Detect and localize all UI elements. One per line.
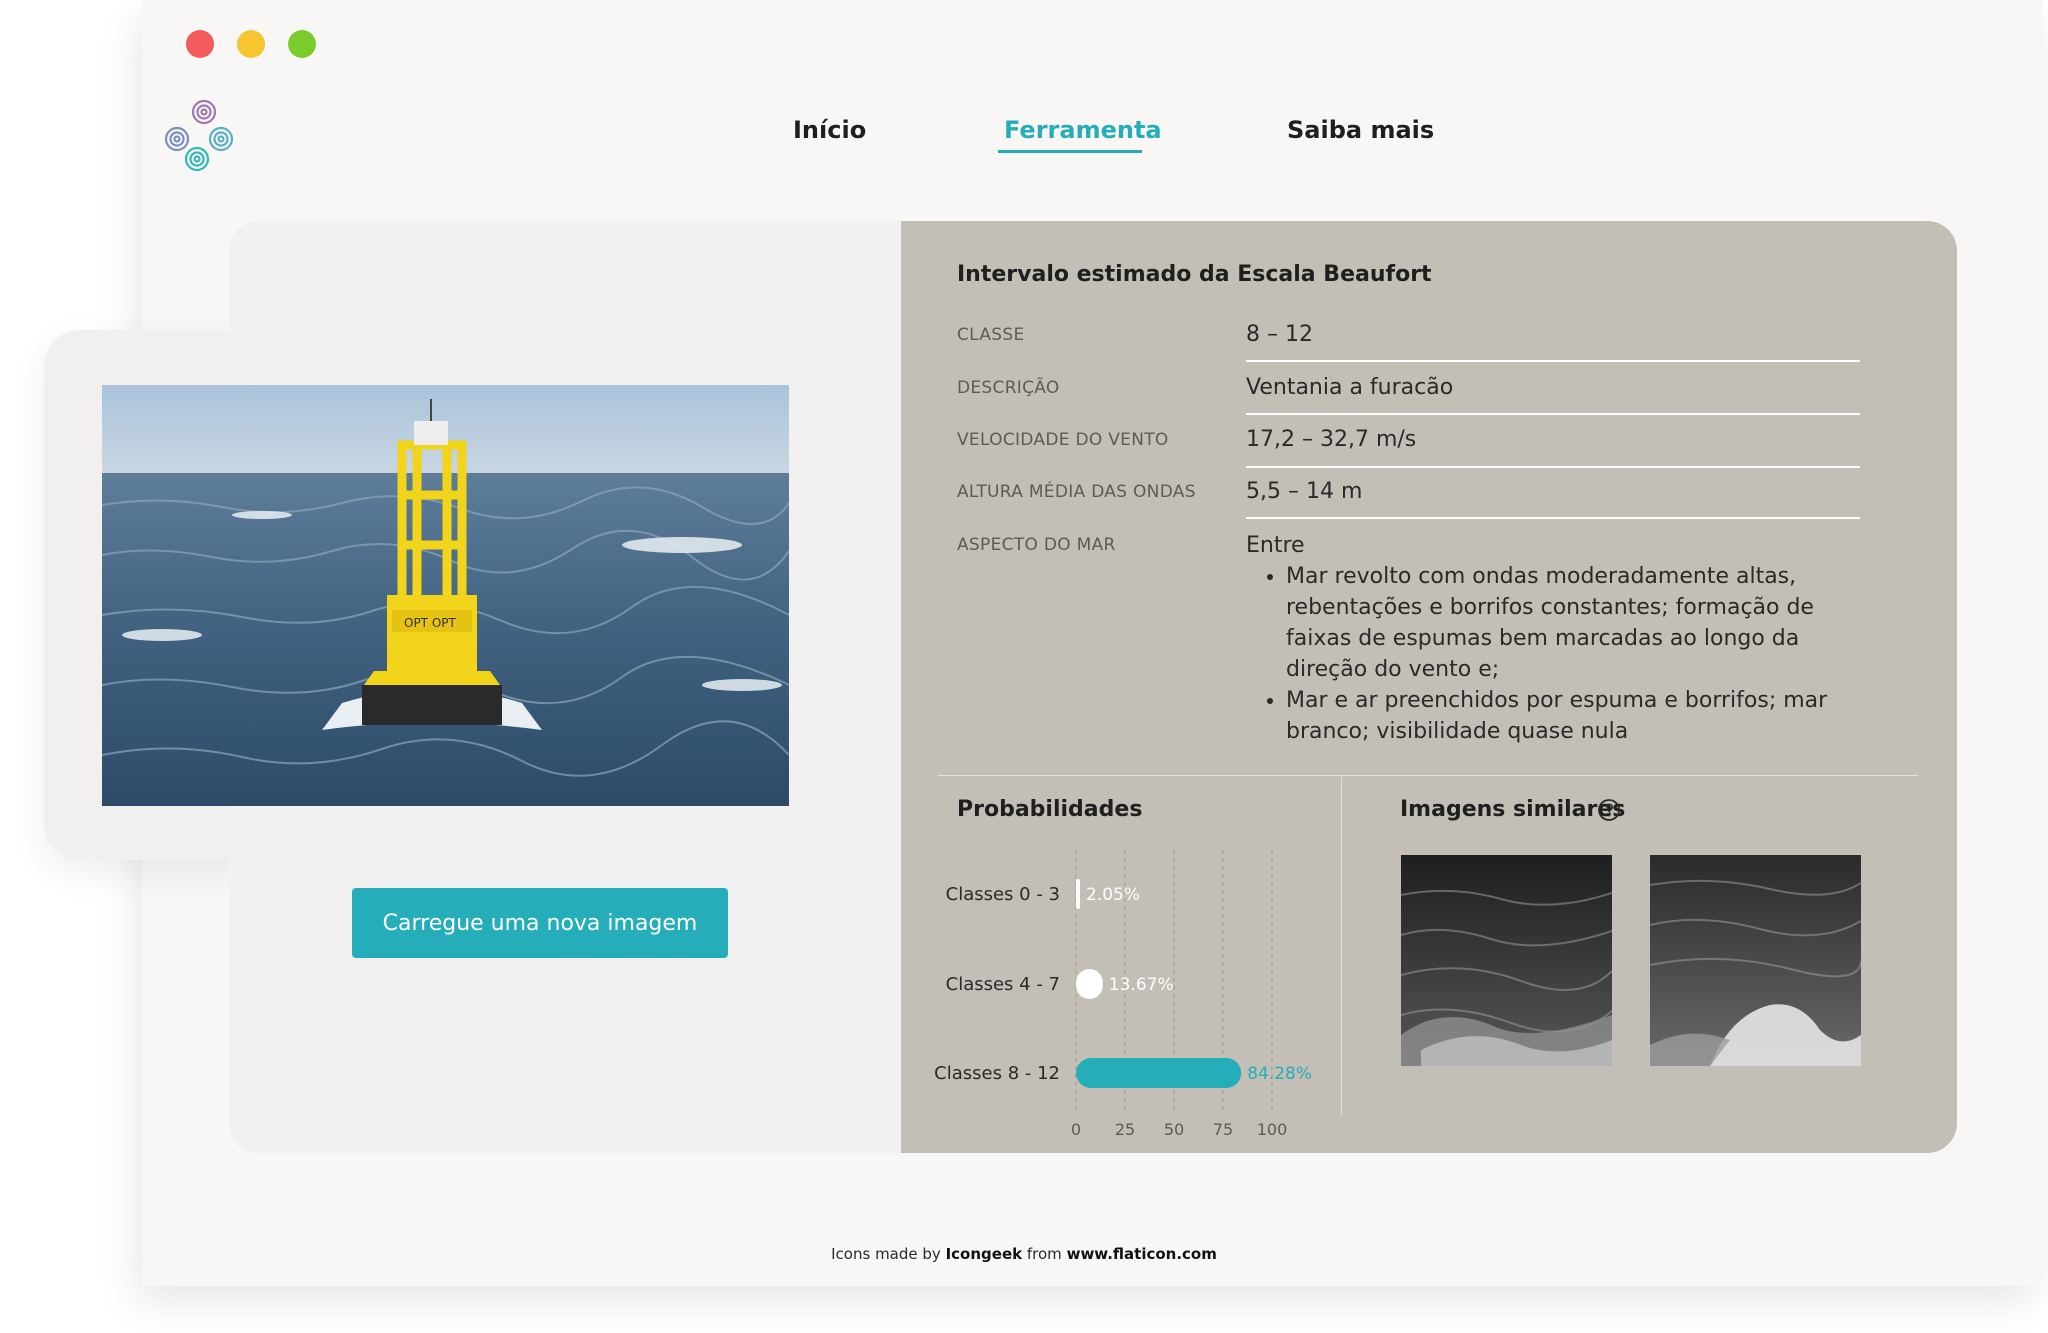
similar-image[interactable] xyxy=(1401,855,1612,1066)
probability-bar xyxy=(1076,1058,1242,1088)
sea-aspect-intro: Entre xyxy=(1246,533,1305,558)
probability-bar xyxy=(1076,969,1103,999)
x-tick-label: 0 xyxy=(1071,1120,1081,1139)
sea-aspect-list: Mar revolto com ondas moderadamente alta… xyxy=(1286,561,1846,747)
row-divider xyxy=(1246,360,1860,362)
similar-image[interactable] xyxy=(1650,855,1861,1066)
x-tick-label: 25 xyxy=(1115,1120,1135,1139)
info-value: Ventania a furacão xyxy=(1246,375,1454,400)
minimize-window-button[interactable] xyxy=(237,30,265,58)
icon-credit: Icons made by Icongeek from www.flaticon… xyxy=(0,1245,2048,1263)
x-tick-label: 75 xyxy=(1213,1120,1233,1139)
column-divider xyxy=(1341,777,1342,1115)
section-divider xyxy=(938,775,1918,776)
probabilities-title: Probabilidades xyxy=(957,797,1143,822)
x-tick-label: 100 xyxy=(1257,1120,1288,1139)
bar-value-label: 2.05% xyxy=(1086,885,1140,905)
bar-value-label: 84.28% xyxy=(1247,1064,1312,1084)
info-label: Velocidade do vento xyxy=(957,430,1169,450)
upload-new-image-button[interactable]: Carregue uma nova imagem xyxy=(352,888,728,958)
sea-aspect-item: Mar e ar preenchidos por espuma e borrif… xyxy=(1286,685,1846,747)
question-circle-icon[interactable] xyxy=(1597,798,1621,822)
info-value: 17,2 – 32,7 m/s xyxy=(1246,427,1417,452)
credit-site-link[interactable]: www.flaticon.com xyxy=(1067,1245,1217,1263)
nav-item-ferramenta[interactable]: Ferramenta xyxy=(1004,116,1162,144)
probability-bar xyxy=(1076,879,1081,909)
svg-text:OPT OPT: OPT OPT xyxy=(404,616,457,630)
sea-aspect-item: Mar revolto com ondas moderadamente alta… xyxy=(1286,561,1846,685)
active-tab-indicator xyxy=(998,150,1142,153)
row-divider xyxy=(1246,517,1860,519)
credit-prefix: Icons made by xyxy=(831,1245,941,1263)
row-divider xyxy=(1246,413,1860,415)
buoy-image: OPT OPT xyxy=(102,385,789,806)
similar-images-title: Imagens similares xyxy=(1400,797,1626,822)
probabilities-chart: 0 25 50 75 100 Classes 0 - 3 2.05% Classes 4 - … xyxy=(934,850,1312,1139)
info-label: Altura média das ondas xyxy=(957,482,1196,502)
category-label: Classes 4 - 7 xyxy=(946,974,1060,995)
bar-value-label: 13.67% xyxy=(1109,975,1174,995)
similar-image-graphic xyxy=(1650,855,1861,1066)
category-label: Classes 0 - 3 xyxy=(946,884,1060,905)
credit-middle: from xyxy=(1026,1245,1062,1263)
close-window-button[interactable] xyxy=(186,30,214,58)
maximize-window-button[interactable] xyxy=(288,30,316,58)
info-label: Descrição xyxy=(957,378,1060,398)
nav-item-inicio[interactable]: Início xyxy=(793,116,866,144)
info-label: Aspecto do mar xyxy=(957,535,1116,555)
info-value: 8 – 12 xyxy=(1246,322,1313,347)
row-divider xyxy=(1246,466,1860,468)
x-tick-label: 50 xyxy=(1164,1120,1184,1139)
uploaded-sea-photo: OPT OPT xyxy=(102,385,789,806)
category-label: Classes 8 - 12 xyxy=(934,1063,1060,1084)
similar-image-graphic xyxy=(1401,855,1612,1066)
sea-aspect-description: Entre Mar revolto com ondas moderadament… xyxy=(1246,530,1846,747)
nav-item-saiba-mais[interactable]: Saiba mais xyxy=(1287,116,1434,144)
beaufort-section-title: Intervalo estimado da Escala Beaufort xyxy=(957,262,1432,287)
info-label: Classe xyxy=(957,325,1025,345)
info-value: 5,5 – 14 m xyxy=(1246,479,1363,504)
credit-author-link[interactable]: Icongeek xyxy=(946,1245,1023,1263)
